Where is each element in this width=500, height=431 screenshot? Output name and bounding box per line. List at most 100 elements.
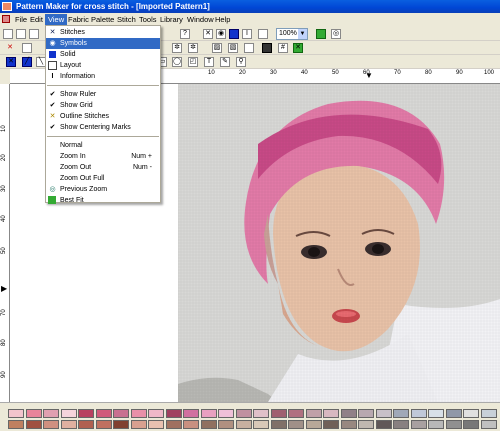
palette-swatch[interactable]	[253, 409, 269, 418]
palette-swatch[interactable]	[8, 409, 24, 418]
palette-swatch[interactable]	[43, 409, 59, 418]
palette-swatch[interactable]	[323, 409, 339, 418]
paste-icon[interactable]	[244, 43, 254, 53]
palette-swatch[interactable]	[480, 409, 497, 418]
chevron-down-icon[interactable]: ▼	[298, 29, 307, 39]
palette-swatch[interactable]	[200, 420, 217, 429]
palette-swatch[interactable]	[200, 409, 217, 418]
document-icon[interactable]	[2, 15, 10, 23]
solid-view-icon[interactable]	[229, 29, 239, 39]
save-icon[interactable]	[29, 29, 39, 39]
cut-icon[interactable]	[22, 43, 32, 53]
palette-swatch[interactable]	[60, 409, 77, 418]
help-icon[interactable]: ?	[180, 29, 190, 39]
zoom-select[interactable]: 100% ▼	[276, 28, 308, 40]
cross-icon[interactable]: ✕	[293, 43, 303, 53]
menu-item-outline-stitches[interactable]: ✕ Outline Stitches	[46, 111, 160, 122]
imported-pattern-image[interactable]	[178, 84, 500, 402]
symbol-view-icon[interactable]: ◉	[216, 29, 226, 39]
palette-swatch[interactable]	[445, 420, 462, 429]
zoom-icon[interactable]: ⚲	[236, 57, 246, 67]
info-view-icon[interactable]: I	[242, 29, 252, 39]
menu-item-show-ruler[interactable]: ✔ Show Ruler	[46, 89, 160, 100]
palette-swatch[interactable]	[60, 420, 77, 429]
picker-icon[interactable]: ✎	[220, 57, 230, 67]
menu-help[interactable]: Help	[212, 14, 233, 25]
palette-swatch[interactable]	[95, 420, 112, 429]
palette-swatch[interactable]	[183, 409, 199, 418]
palette-swatch[interactable]	[445, 409, 462, 418]
half-stitch-icon[interactable]: ╱	[22, 57, 32, 67]
new-icon[interactable]	[3, 29, 13, 39]
palette-swatch[interactable]	[358, 409, 374, 418]
menu-item-previous-zoom[interactable]: ◎ Previous Zoom	[46, 184, 160, 195]
rotate-icon[interactable]: ✲	[188, 43, 198, 53]
palette-swatch[interactable]	[8, 420, 24, 429]
menu-library[interactable]: Library	[157, 14, 186, 25]
palette-swatch[interactable]	[183, 420, 199, 429]
menu-item-stitches[interactable]: ✕ Stitches	[46, 27, 160, 38]
palette-swatch[interactable]	[148, 420, 164, 429]
palette-swatch[interactable]	[25, 420, 42, 429]
palette-swatch[interactable]	[340, 409, 357, 418]
palette-swatch[interactable]	[375, 420, 392, 429]
palette-swatch[interactable]	[235, 409, 252, 418]
palette-swatch[interactable]	[410, 420, 427, 429]
palette-swatch[interactable]	[130, 409, 147, 418]
palette-swatch[interactable]	[463, 420, 479, 429]
menu-item-zoom-out[interactable]: Zoom Out Num -	[46, 162, 160, 173]
menu-item-zoom-out-full[interactable]: Zoom Out Full	[46, 173, 160, 184]
palette-swatch[interactable]	[113, 420, 129, 429]
palette-swatch[interactable]	[463, 409, 479, 418]
palette-swatch[interactable]	[95, 409, 112, 418]
delete-icon[interactable]: ✕	[5, 43, 15, 53]
palette-swatch[interactable]	[428, 409, 444, 418]
palette-swatch[interactable]	[428, 420, 444, 429]
menu-item-information[interactable]: I Information	[46, 71, 160, 82]
palette-swatch[interactable]	[130, 420, 147, 429]
copy-pattern-icon[interactable]: ▧	[228, 43, 238, 53]
menu-item-symbols[interactable]: ◉ Symbols	[46, 38, 160, 49]
palette-swatch[interactable]	[25, 409, 42, 418]
palette-swatch[interactable]	[270, 409, 287, 418]
palette-swatch[interactable]	[393, 409, 409, 418]
layout-view-icon[interactable]	[258, 29, 268, 39]
palette-swatch[interactable]	[270, 420, 287, 429]
mirror-icon[interactable]: ✲	[172, 43, 182, 53]
stitch-view-icon[interactable]: ✕	[203, 29, 213, 39]
text-icon[interactable]: T	[204, 57, 214, 67]
palette-swatch[interactable]	[113, 409, 129, 418]
menu-tools[interactable]: Tools	[136, 14, 160, 25]
menu-item-solid[interactable]: Solid	[46, 49, 160, 60]
menu-item-best-fit[interactable]: Best Fit	[46, 195, 160, 206]
palette-swatch[interactable]	[375, 409, 392, 418]
palette-swatch[interactable]	[340, 420, 357, 429]
palette-swatch[interactable]	[43, 420, 59, 429]
select-icon[interactable]: ▨	[212, 43, 222, 53]
palette-swatch[interactable]	[165, 409, 182, 418]
palette-swatch[interactable]	[393, 420, 409, 429]
menu-edit[interactable]: Edit	[27, 14, 46, 25]
full-stitch-icon[interactable]: ✕	[6, 57, 16, 67]
best-fit-toolbar-icon[interactable]	[316, 29, 326, 39]
palette-swatch[interactable]	[78, 409, 94, 418]
palette-swatch[interactable]	[288, 409, 304, 418]
open-icon[interactable]	[16, 29, 26, 39]
fill-icon[interactable]: ◰	[188, 57, 198, 67]
palette-swatch[interactable]	[165, 420, 182, 429]
menu-item-show-centering-marks[interactable]: ✔ Show Centering Marks	[46, 122, 160, 133]
palette-swatch[interactable]	[480, 420, 497, 429]
grid-icon[interactable]: #	[278, 43, 288, 53]
menu-item-zoom-in[interactable]: Zoom In Num +	[46, 151, 160, 162]
palette-swatch[interactable]	[288, 420, 304, 429]
menu-palette[interactable]: Palette	[88, 14, 117, 25]
menu-item-normal[interactable]: Normal	[46, 140, 160, 151]
menu-item-layout[interactable]: Layout	[46, 60, 160, 71]
palette-swatch[interactable]	[253, 420, 269, 429]
previous-zoom-toolbar-icon[interactable]: ◎	[331, 29, 341, 39]
palette-swatch[interactable]	[218, 409, 234, 418]
palette-swatch[interactable]	[358, 420, 374, 429]
palette-swatch[interactable]	[78, 420, 94, 429]
flip-icon[interactable]	[262, 43, 272, 53]
palette-swatch[interactable]	[323, 420, 339, 429]
